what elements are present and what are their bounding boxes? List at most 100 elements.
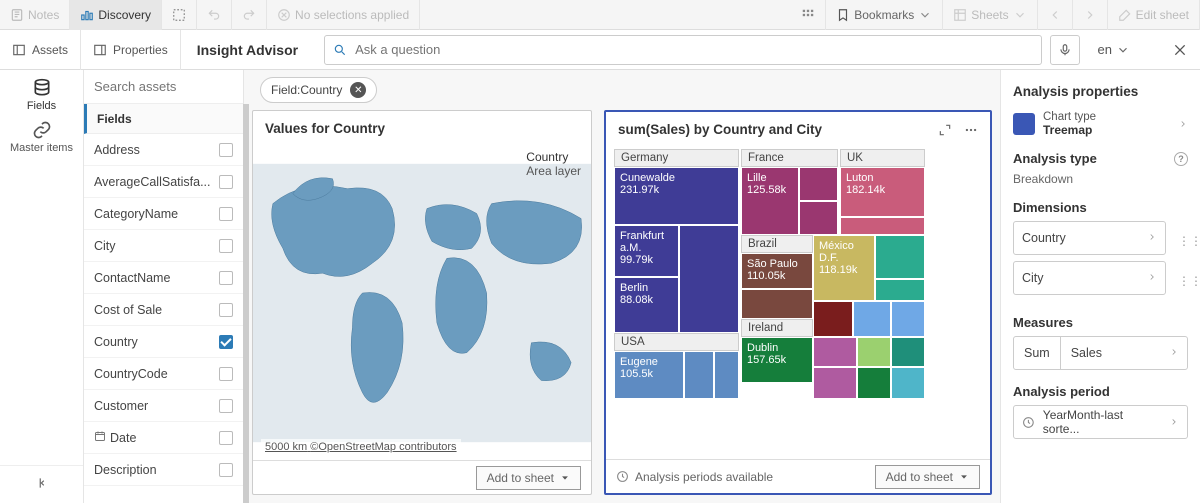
close-advisor-button[interactable] xyxy=(1160,30,1200,70)
field-checkbox[interactable] xyxy=(219,175,233,189)
caret-down-icon xyxy=(560,473,570,483)
drag-handle-icon[interactable]: ⋮⋮ xyxy=(1178,234,1188,248)
field-row[interactable]: CountryCode xyxy=(84,358,243,390)
treemap-cell[interactable] xyxy=(875,279,925,301)
field-row[interactable]: Country xyxy=(84,326,243,358)
treemap-header[interactable]: France xyxy=(741,149,838,167)
treemap-cell[interactable] xyxy=(679,225,739,333)
chart-type-tile[interactable]: Chart type Treemap xyxy=(1013,111,1188,137)
help-icon[interactable]: ? xyxy=(1174,152,1188,166)
search-assets[interactable] xyxy=(84,70,243,104)
clock-icon xyxy=(616,470,629,483)
measure-row[interactable]: Sum Sales xyxy=(1013,336,1188,370)
field-row[interactable]: CategoryName xyxy=(84,198,243,230)
field-checkbox[interactable] xyxy=(219,207,233,221)
field-checkbox[interactable] xyxy=(219,367,233,381)
treemap-cell[interactable] xyxy=(813,367,857,399)
add-to-sheet-tree[interactable]: Add to sheet xyxy=(875,465,980,489)
bookmarks-button[interactable]: Bookmarks xyxy=(826,0,943,30)
treemap-cell[interactable] xyxy=(813,337,857,367)
rail-master-items[interactable]: Master items xyxy=(0,116,83,158)
expand-icon[interactable] xyxy=(938,123,952,137)
sheets-button[interactable]: Sheets xyxy=(943,0,1037,30)
field-row[interactable]: Customer xyxy=(84,390,243,422)
treemap-cell[interactable] xyxy=(857,367,891,399)
treemap-cell[interactable] xyxy=(799,167,838,201)
treemap-cell[interactable]: Luton182.14k xyxy=(840,167,925,217)
treemap-cell[interactable]: Berlin88.08k xyxy=(614,277,679,333)
drag-handle-icon[interactable]: ⋮⋮ xyxy=(1178,274,1188,288)
assets-toggle[interactable]: Assets xyxy=(0,30,81,70)
treemap-header[interactable]: Ireland xyxy=(741,319,813,337)
field-checkbox[interactable] xyxy=(219,463,233,477)
treemap-cell[interactable]: Eugene105.5k xyxy=(614,351,684,399)
treemap-cell[interactable] xyxy=(891,337,925,367)
add-to-sheet-map[interactable]: Add to sheet xyxy=(476,466,581,490)
field-row[interactable]: Description xyxy=(84,454,243,486)
treemap-cell[interactable]: México D.F.118.19k xyxy=(813,235,875,301)
field-checkbox[interactable] xyxy=(219,303,233,317)
ask-question-box[interactable] xyxy=(324,35,1041,65)
treemap-cell[interactable]: Dublin157.65k xyxy=(741,337,813,383)
field-checkbox[interactable] xyxy=(219,335,233,349)
step-back-button[interactable] xyxy=(197,0,232,30)
treemap-cell[interactable] xyxy=(813,301,853,337)
treemap-cell[interactable] xyxy=(857,337,891,367)
add-label: Add to sheet xyxy=(487,471,554,485)
field-row[interactable]: AverageCallSatisfa... xyxy=(84,166,243,198)
voice-button[interactable] xyxy=(1050,35,1080,65)
edit-sheet-button[interactable]: Edit sheet xyxy=(1108,0,1200,30)
field-checkbox[interactable] xyxy=(219,143,233,157)
period-row[interactable]: YearMonth-last sorte... xyxy=(1013,405,1188,439)
treemap-cell[interactable] xyxy=(891,301,925,337)
notes-tab[interactable]: Notes xyxy=(0,0,70,30)
filter-chip-country[interactable]: Field:Country ✕ xyxy=(260,77,377,103)
prev-sheet-button[interactable] xyxy=(1038,0,1073,30)
field-checkbox[interactable] xyxy=(219,239,233,253)
treemap-cell[interactable] xyxy=(875,235,925,279)
search-input[interactable] xyxy=(355,42,1032,57)
discovery-tab[interactable]: Discovery xyxy=(70,0,162,30)
periods-label: Analysis periods available xyxy=(635,470,773,484)
properties-toggle[interactable]: Properties xyxy=(81,30,181,70)
field-row[interactable]: Date xyxy=(84,422,243,454)
treemap-cell[interactable] xyxy=(799,201,838,235)
treemap-cell[interactable]: Lille125.58k xyxy=(741,167,799,235)
chip-remove-icon[interactable]: ✕ xyxy=(350,82,366,98)
treemap-cell[interactable] xyxy=(840,217,925,235)
rail-fields[interactable]: Fields xyxy=(0,74,83,116)
treemap-cell[interactable]: São Paulo110.05k xyxy=(741,253,813,289)
treemap-cell[interactable]: Frankfurt a.M.99.79k xyxy=(614,225,679,277)
field-row[interactable]: Address xyxy=(84,134,243,166)
treemap-header[interactable]: Brazil xyxy=(741,235,813,253)
field-checkbox[interactable] xyxy=(219,271,233,285)
more-icon[interactable] xyxy=(964,123,978,137)
treemap-cell[interactable] xyxy=(741,289,813,319)
treemap-header[interactable]: Germany xyxy=(614,149,739,167)
selection-tool-button[interactable] xyxy=(162,0,197,30)
clear-selections-button[interactable]: No selections applied xyxy=(267,0,420,30)
field-row[interactable]: Cost of Sale xyxy=(84,294,243,326)
treemap-cell[interactable] xyxy=(891,367,925,399)
rail-collapse[interactable] xyxy=(0,465,83,503)
field-checkbox[interactable] xyxy=(219,399,233,413)
field-row[interactable]: City xyxy=(84,230,243,262)
grid-button[interactable] xyxy=(791,0,826,30)
treemap-header[interactable]: USA xyxy=(614,333,739,351)
fields-group-header[interactable]: Fields xyxy=(84,104,243,134)
language-select[interactable]: en xyxy=(1088,35,1140,65)
treemap-cell[interactable] xyxy=(853,301,891,337)
treemap-cell[interactable] xyxy=(714,351,739,399)
field-row[interactable]: ContactName xyxy=(84,262,243,294)
treemap-header[interactable]: UK xyxy=(840,149,925,167)
treemap-cell[interactable] xyxy=(684,351,714,399)
treemap-cell[interactable]: Cunewalde231.97k xyxy=(614,167,739,225)
field-checkbox[interactable] xyxy=(219,431,233,445)
dimension-row[interactable]: Country xyxy=(1013,221,1166,255)
dimension-row[interactable]: City xyxy=(1013,261,1166,295)
step-fwd-button[interactable] xyxy=(232,0,267,30)
search-assets-input[interactable] xyxy=(94,79,233,94)
world-map[interactable] xyxy=(253,146,591,460)
next-sheet-button[interactable] xyxy=(1073,0,1108,30)
treemap-chart[interactable]: GermanyFranceUK Brazil IrelandUSA Cunewalde… xyxy=(614,149,982,453)
